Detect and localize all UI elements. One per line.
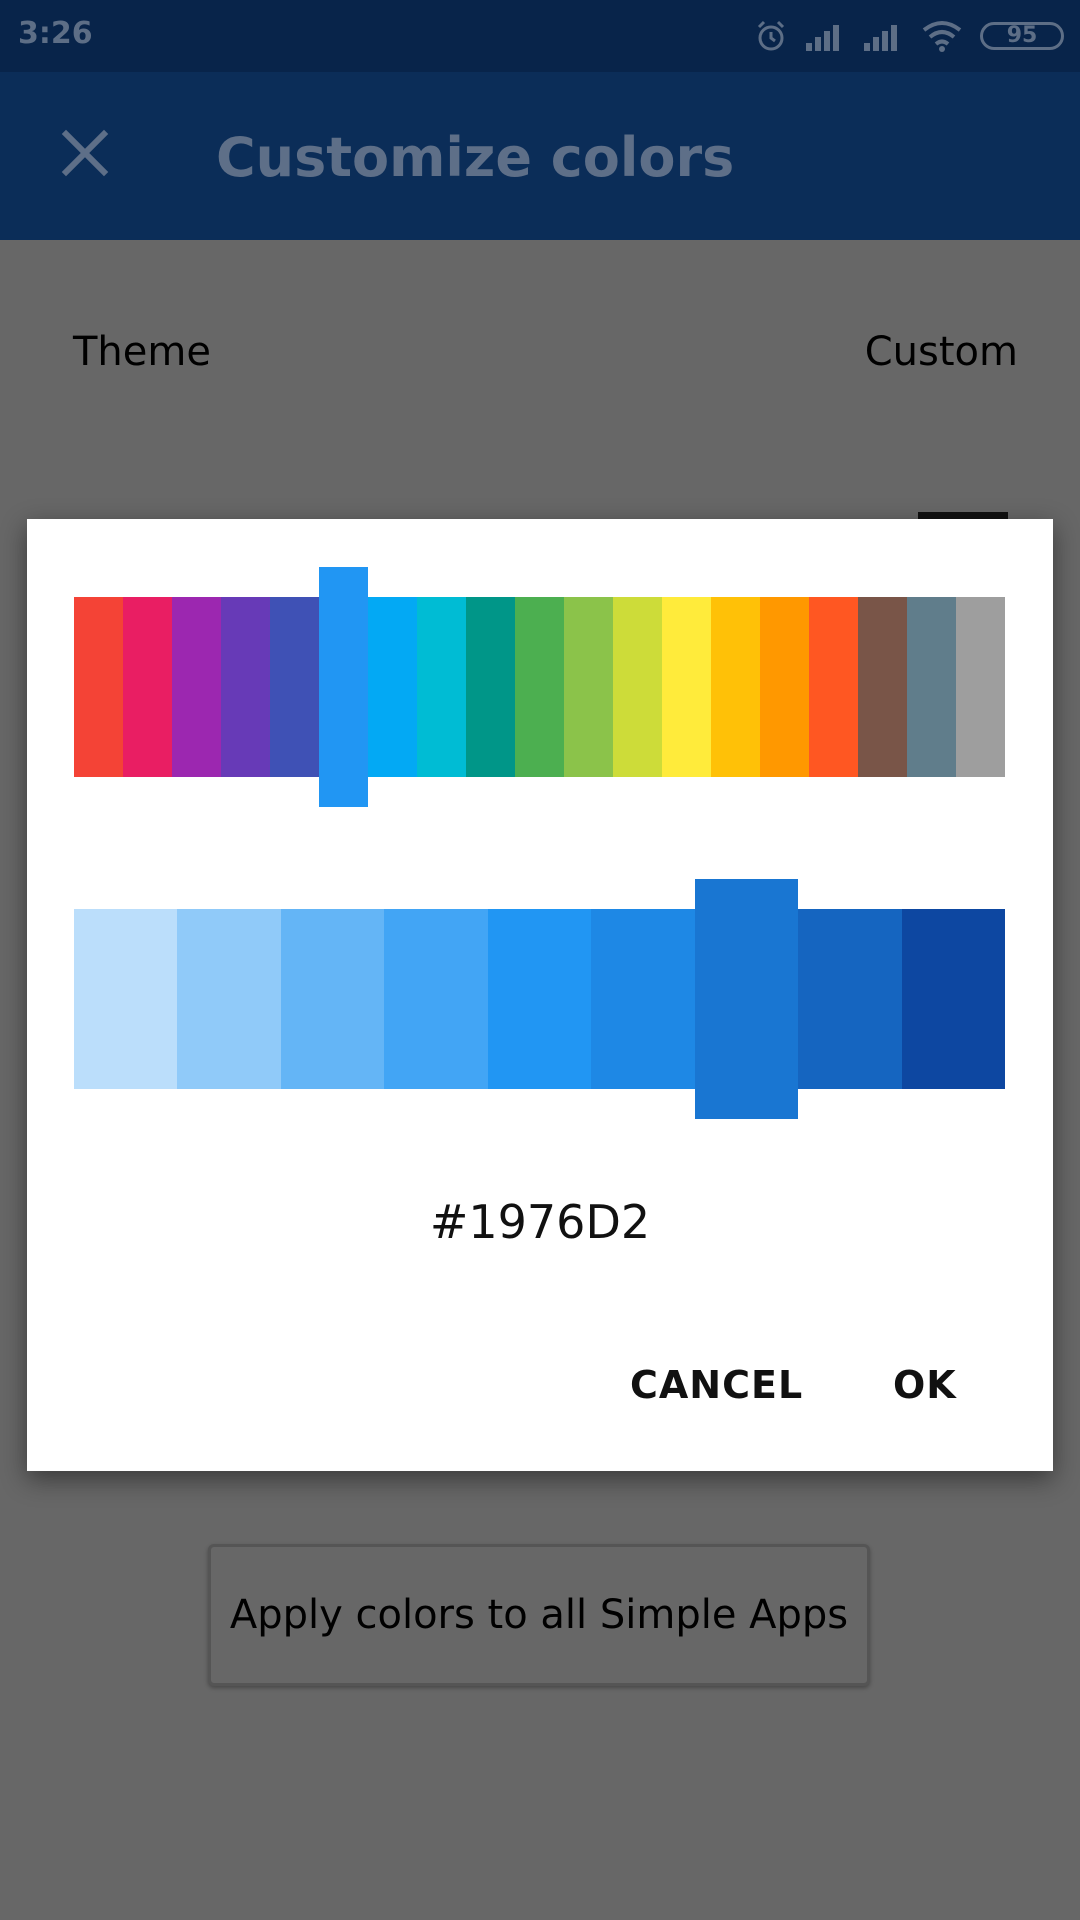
primary-color-swatch-7[interactable] <box>368 597 417 777</box>
primary-color-swatch-3[interactable] <box>172 597 221 777</box>
theme-value[interactable]: Custom <box>865 329 1018 375</box>
cancel-button[interactable]: CANCEL <box>630 1363 803 1407</box>
status-icons: 95 <box>754 14 1064 58</box>
app-bar: Customize colors <box>0 72 1080 240</box>
primary-color-palette <box>74 567 1005 807</box>
primary-color-swatch-16[interactable] <box>809 597 858 777</box>
primary-color-swatch-14[interactable] <box>711 597 760 777</box>
close-icon[interactable] <box>50 118 120 188</box>
signal-icon <box>806 25 839 51</box>
primary-color-swatch-18[interactable] <box>907 597 956 777</box>
primary-color-swatch-9[interactable] <box>466 597 515 777</box>
shade-color-swatch-4[interactable] <box>384 909 488 1089</box>
primary-color-swatch-19[interactable] <box>956 597 1005 777</box>
shade-color-swatch-2[interactable] <box>177 909 281 1089</box>
primary-color-swatch-12[interactable] <box>613 597 662 777</box>
hex-value-label: #1976D2 <box>429 1195 651 1249</box>
page-title: Customize colors <box>216 126 735 189</box>
shade-color-palette <box>74 879 1005 1119</box>
shade-color-swatch-5[interactable] <box>488 909 591 1089</box>
status-time: 3:26 <box>18 16 93 51</box>
primary-color-swatch-11[interactable] <box>564 597 613 777</box>
battery-icon: 95 <box>980 22 1064 50</box>
shade-color-swatch-1[interactable] <box>74 909 177 1089</box>
primary-color-swatch-17[interactable] <box>858 597 907 777</box>
status-bar: 3:26 95 <box>0 0 1080 72</box>
shade-color-swatch-3[interactable] <box>281 909 384 1089</box>
primary-color-swatch-6[interactable] <box>319 567 368 807</box>
primary-color-swatch-15[interactable] <box>760 597 809 777</box>
primary-color-swatch-4[interactable] <box>221 597 270 777</box>
shade-color-swatch-9[interactable] <box>902 909 1005 1089</box>
primary-color-swatch-8[interactable] <box>417 597 466 777</box>
shade-color-swatch-8[interactable] <box>798 909 902 1089</box>
primary-color-swatch-10[interactable] <box>515 597 564 777</box>
alarm-icon <box>757 20 785 51</box>
primary-color-swatch-2[interactable] <box>123 597 172 777</box>
ok-button[interactable]: OK <box>893 1363 957 1407</box>
primary-color-swatch-13[interactable] <box>662 597 711 777</box>
primary-color-swatch-5[interactable] <box>270 597 319 777</box>
color-picker-dialog: #1976D2 CANCEL OK <box>27 519 1053 1471</box>
shade-color-swatch-6[interactable] <box>591 909 695 1089</box>
primary-color-swatch-1[interactable] <box>74 597 123 777</box>
theme-label: Theme <box>73 329 211 375</box>
wifi-icon <box>922 21 962 52</box>
apply-colors-button[interactable]: Apply colors to all Simple Apps <box>208 1544 870 1686</box>
shade-color-swatch-7[interactable] <box>695 879 798 1119</box>
signal-icon <box>864 25 897 51</box>
